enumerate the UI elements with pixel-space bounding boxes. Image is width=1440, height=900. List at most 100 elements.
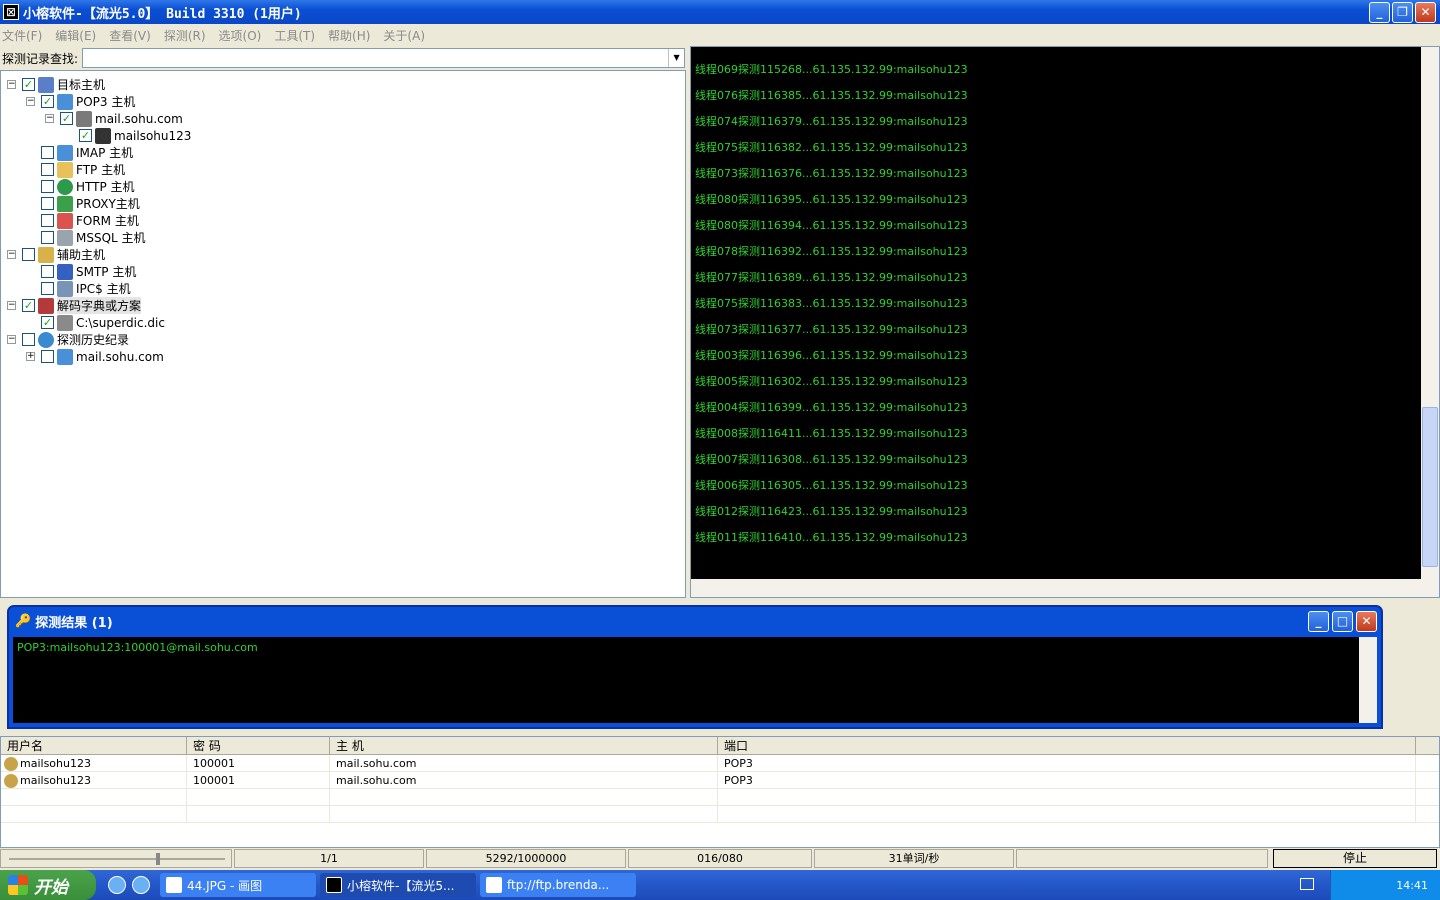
result-maximize-button[interactable]: □ — [1332, 611, 1353, 632]
horizontal-scrollbar[interactable] — [691, 579, 1439, 597]
ie-icon[interactable] — [132, 876, 150, 894]
collapse-icon[interactable]: − — [7, 80, 16, 89]
checkbox[interactable]: ✓ — [79, 129, 92, 142]
menu-help[interactable]: 帮助(H) — [328, 27, 370, 44]
log-line: 线程011探测116410...61.135.132.99:mailsohu12… — [695, 531, 968, 544]
tree-node-mailsohu123[interactable]: ✓ mailsohu123 — [79, 127, 191, 144]
checkbox[interactable] — [41, 282, 54, 295]
expand-icon[interactable]: + — [26, 352, 35, 361]
checkbox[interactable] — [41, 197, 54, 210]
mail-server-icon — [57, 263, 73, 280]
browser-icon[interactable] — [108, 876, 126, 894]
restore-button[interactable]: ❐ — [1392, 2, 1413, 23]
close-button[interactable]: ✕ — [1415, 2, 1436, 23]
speed-slider[interactable] — [0, 849, 232, 868]
checkbox[interactable] — [41, 180, 54, 193]
status-bar: 1/1 5292/1000000 016/080 31单词/秒 停止 — [0, 848, 1440, 869]
tree-node-dict-file[interactable]: ✓ C:\superdic.dic — [41, 314, 165, 331]
tree-node-mssql[interactable]: MSSQL 主机 — [41, 229, 146, 246]
mail-server-icon — [57, 93, 73, 110]
tree-node-target-hosts[interactable]: − ✓ 目标主机 — [7, 76, 105, 93]
minimize-button[interactable]: _ — [1369, 2, 1390, 23]
checkbox[interactable]: ✓ — [60, 112, 73, 125]
table-header: 用户名 密 码 主 机 端口 — [1, 737, 1439, 755]
start-button[interactable]: 开始 — [0, 870, 96, 900]
tree-node-ipc[interactable]: IPC$ 主机 — [41, 280, 131, 297]
result-minimize-button[interactable]: _ — [1308, 611, 1329, 632]
task-liuguang[interactable]: 小榕软件-【流光5... — [320, 873, 476, 897]
tree-node-history-host[interactable]: + mail.sohu.com — [26, 348, 164, 365]
menu-probe[interactable]: 探测(R) — [164, 27, 206, 44]
tree-node-proxy[interactable]: PROXY主机 — [41, 195, 140, 212]
result-window: 🔑 探测结果 (1) _ □ ✕ POP3:mailsohu123:100001… — [7, 605, 1383, 729]
left-pane: 探测记录查找: ▼ − ✓ 目标主机 − ✓ POP3 主机 − ✓ mail.… — [0, 46, 688, 600]
checkbox[interactable] — [41, 163, 54, 176]
collapse-icon[interactable]: − — [45, 114, 54, 123]
menu-view[interactable]: 查看(V) — [109, 27, 151, 44]
checkbox[interactable] — [41, 146, 54, 159]
result-close-button[interactable]: ✕ — [1356, 611, 1377, 632]
tree-node-form[interactable]: FORM 主机 — [41, 212, 139, 229]
col-username[interactable]: 用户名 — [1, 737, 187, 754]
clock[interactable]: 14:41 — [1396, 879, 1428, 892]
collapse-icon[interactable]: − — [7, 250, 16, 259]
network-icon — [57, 195, 73, 212]
mail-server-icon — [57, 144, 73, 161]
globe-icon — [57, 178, 73, 195]
cell-host: mail.sohu.com — [330, 755, 718, 771]
scroll-thumb[interactable] — [1422, 407, 1438, 567]
checkbox[interactable]: ✓ — [22, 299, 35, 312]
checkbox[interactable]: ✓ — [41, 95, 54, 108]
checkbox[interactable] — [22, 248, 35, 261]
menu-tools[interactable]: 工具(T) — [274, 27, 315, 44]
tree-node-dictionary[interactable]: − ✓ 解码字典或方案 — [7, 297, 142, 314]
menu-edit[interactable]: 编辑(E) — [55, 27, 96, 44]
tree-node-smtp[interactable]: SMTP 主机 — [41, 263, 136, 280]
dropdown-arrow-icon[interactable]: ▼ — [668, 49, 684, 67]
menu-about[interactable]: 关于(A) — [383, 27, 425, 44]
collapse-icon[interactable]: − — [7, 335, 16, 344]
vertical-scrollbar[interactable] — [1421, 47, 1439, 579]
tree-node-pop3[interactable]: − ✓ POP3 主机 — [26, 93, 135, 110]
search-combobox[interactable]: ▼ — [82, 48, 686, 68]
task-ftp[interactable]: ftp://ftp.brenda... — [480, 873, 636, 897]
col-port[interactable]: 端口 — [718, 737, 1416, 754]
menu-options[interactable]: 选项(O) — [219, 27, 262, 44]
task-paint[interactable]: 44.JPG - 画图 — [160, 873, 316, 897]
cell-port: POP3 — [718, 755, 1416, 771]
checkbox[interactable]: ✓ — [41, 316, 54, 329]
system-tray: 14:41 — [1330, 870, 1440, 900]
checkbox[interactable] — [41, 214, 54, 227]
cell-port: POP3 — [718, 772, 1416, 788]
status-rate: 31单词/秒 — [814, 849, 1014, 868]
col-host[interactable]: 主 机 — [330, 737, 718, 754]
app-icon[interactable]: ⊠ — [3, 4, 19, 20]
user-icon — [4, 774, 18, 788]
collapse-icon[interactable]: − — [26, 97, 35, 106]
tree-node-history[interactable]: − 探测历史纪录 — [7, 331, 129, 348]
window-title: 小榕软件-【流光5.0】 Build 3310 (1用户) — [23, 6, 302, 22]
tree-node-aux-hosts[interactable]: − 辅助主机 — [7, 246, 105, 263]
result-scrollbar[interactable] — [1359, 637, 1377, 723]
checkbox[interactable] — [41, 265, 54, 278]
log-pane: 线程069探测115268...61.135.132.99:mailsohu12… — [690, 46, 1440, 598]
checkbox[interactable] — [41, 231, 54, 244]
log-line: 线程008探测116411...61.135.132.99:mailsohu12… — [695, 427, 968, 440]
col-password[interactable]: 密 码 — [187, 737, 330, 754]
log-line: 线程069探测115268...61.135.132.99:mailsohu12… — [695, 63, 968, 76]
tree-node-mail-sohu[interactable]: − ✓ mail.sohu.com — [45, 110, 183, 127]
collapse-icon[interactable]: − — [7, 301, 16, 310]
hosts-icon — [38, 76, 54, 93]
table-row[interactable]: mailsohu123 100001 mail.sohu.com POP3 — [1, 755, 1439, 772]
menu-file[interactable]: 文件(F) — [2, 27, 42, 44]
checkbox[interactable] — [22, 333, 35, 346]
tree-node-ftp[interactable]: FTP 主机 — [41, 161, 125, 178]
checkbox[interactable] — [41, 350, 54, 363]
table-row[interactable]: mailsohu123 100001 mail.sohu.com POP3 — [1, 772, 1439, 789]
keyboard-icon[interactable] — [1300, 878, 1314, 890]
tree-node-http[interactable]: HTTP 主机 — [41, 178, 135, 195]
checkbox[interactable]: ✓ — [22, 78, 35, 91]
stop-button[interactable]: 停止 — [1273, 849, 1437, 868]
tree-node-imap[interactable]: IMAP 主机 — [41, 144, 133, 161]
menu-bar: 文件(F) 编辑(E) 查看(V) 探测(R) 选项(O) 工具(T) 帮助(H… — [0, 24, 1440, 46]
